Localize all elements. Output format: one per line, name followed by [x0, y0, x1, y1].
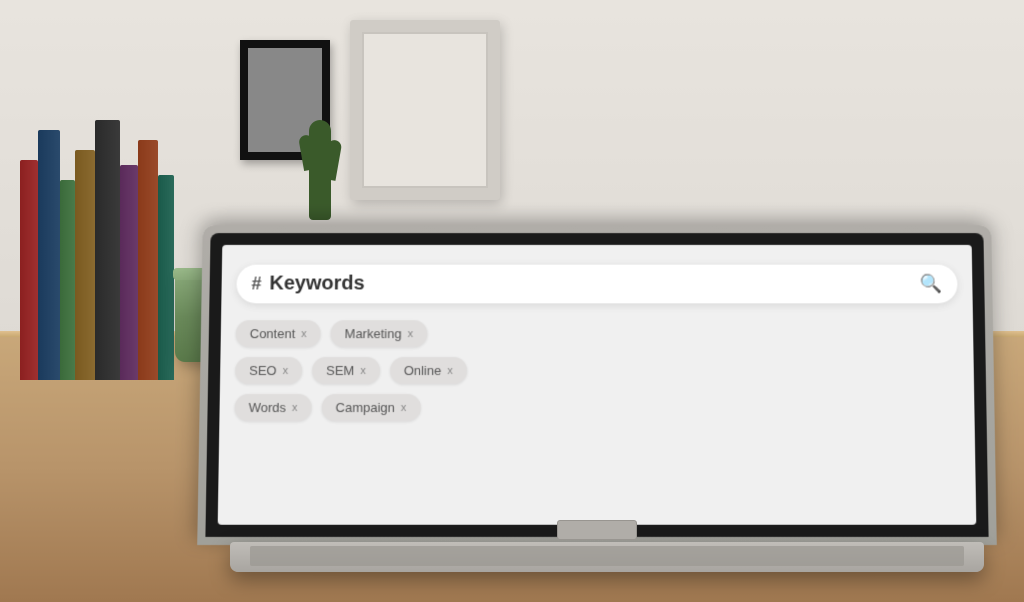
tag-campaign[interactable]: Campaign x [321, 394, 420, 421]
tag-close-icon[interactable]: x [292, 402, 298, 414]
tag-close-icon[interactable]: x [360, 365, 366, 377]
laptop-base [230, 542, 984, 572]
hash-icon: # [251, 274, 261, 295]
screen-content: # Keywords 🔍 Content x [218, 245, 977, 525]
tag-seo[interactable]: SEO x [235, 357, 302, 384]
cactus-body [309, 120, 331, 220]
laptop-keyboard [250, 546, 964, 566]
frame-mat [362, 32, 488, 188]
cactus-decoration [305, 100, 335, 220]
laptop-screen-outer: # Keywords 🔍 Content x [197, 225, 997, 545]
tag-label: Campaign [335, 400, 394, 415]
tag-close-icon[interactable]: x [301, 328, 307, 340]
tag-content[interactable]: Content x [236, 320, 321, 347]
tag-close-icon[interactable]: x [401, 402, 407, 414]
tags-row-0: Content x Marketing x [236, 320, 959, 347]
tag-close-icon[interactable]: x [447, 365, 453, 377]
book-4 [75, 150, 95, 380]
tag-label: Content [250, 326, 296, 341]
tags-row-1: SEO x SEM x Online x [235, 357, 959, 384]
search-bar[interactable]: # Keywords 🔍 [236, 265, 957, 304]
laptop-touchpad [557, 520, 637, 540]
tag-label: SEM [326, 363, 354, 378]
tag-label: SEO [249, 363, 277, 378]
book-8 [158, 175, 174, 380]
tag-words[interactable]: Words x [234, 394, 311, 421]
tag-label: Marketing [345, 326, 402, 341]
tag-label: Words [249, 400, 287, 415]
tags-area: Content x Marketing x [234, 315, 959, 426]
tag-close-icon[interactable]: x [407, 328, 413, 340]
tags-row-2: Words x Campaign x [234, 394, 959, 421]
book-7 [138, 140, 158, 380]
tag-sem[interactable]: SEM x [312, 357, 380, 384]
book-2 [38, 130, 60, 380]
tag-online[interactable]: Online x [390, 357, 467, 384]
book-5 [95, 120, 120, 380]
book-6 [120, 165, 138, 380]
scene: # Keywords 🔍 Content x [0, 0, 1024, 602]
laptop-bezel: # Keywords 🔍 Content x [205, 233, 988, 537]
laptop-display: # Keywords 🔍 Content x [218, 245, 977, 525]
tag-label: Online [404, 363, 442, 378]
book-1 [20, 160, 38, 380]
search-input-label: Keywords [269, 273, 912, 296]
large-picture-frame [350, 20, 500, 200]
book-3 [60, 180, 75, 380]
tag-close-icon[interactable]: x [283, 365, 289, 377]
search-icon[interactable]: 🔍 [920, 274, 943, 295]
tag-marketing[interactable]: Marketing x [330, 320, 427, 347]
